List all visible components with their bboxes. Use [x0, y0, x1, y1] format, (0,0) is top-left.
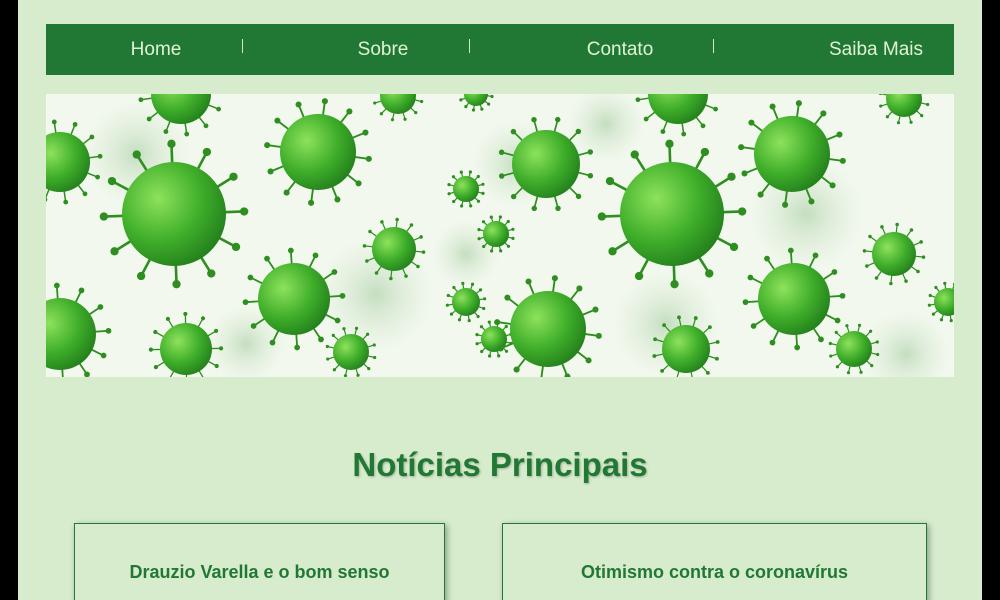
nav-home[interactable]: Home — [66, 24, 246, 75]
nav-separator — [713, 39, 714, 53]
nav-contato[interactable]: Contato — [530, 24, 710, 75]
hero-banner — [46, 94, 954, 377]
virus-particle — [475, 320, 513, 358]
virus-particle — [264, 98, 372, 206]
virus-particle — [878, 94, 930, 125]
virus-particle — [46, 282, 112, 377]
nav-saiba-mais[interactable]: Saiba Mais — [786, 24, 966, 75]
nav-sobre[interactable]: Sobre — [293, 24, 473, 75]
virus-particle — [635, 94, 718, 137]
news-card[interactable]: Otimismo contra o coronavírus — [502, 523, 927, 600]
news-card[interactable]: Drauzio Varella e o bom senso — [74, 523, 445, 600]
virus-particle — [498, 116, 594, 212]
nav-separator — [242, 39, 243, 53]
virus-particle — [373, 94, 424, 122]
nav-separator — [469, 39, 470, 53]
virus-particle — [494, 275, 602, 377]
section-title: Notícias Principais — [352, 446, 648, 484]
page: Home Sobre Contato Saiba Mais Notícias P… — [18, 0, 982, 600]
virus-particle — [927, 281, 954, 323]
main-navigation: Home Sobre Contato Saiba Mais — [46, 24, 954, 75]
coronavirus-illustration — [46, 94, 954, 377]
virus-particle — [459, 94, 494, 112]
virus-particle — [862, 222, 926, 286]
virus-particle — [828, 323, 880, 375]
virus-particle — [597, 139, 747, 289]
virus-particle — [325, 326, 377, 377]
news-card-title[interactable]: Otimismo contra o coronavírus — [503, 562, 926, 583]
news-card-title[interactable]: Drauzio Varella e o bom senso — [75, 562, 444, 583]
